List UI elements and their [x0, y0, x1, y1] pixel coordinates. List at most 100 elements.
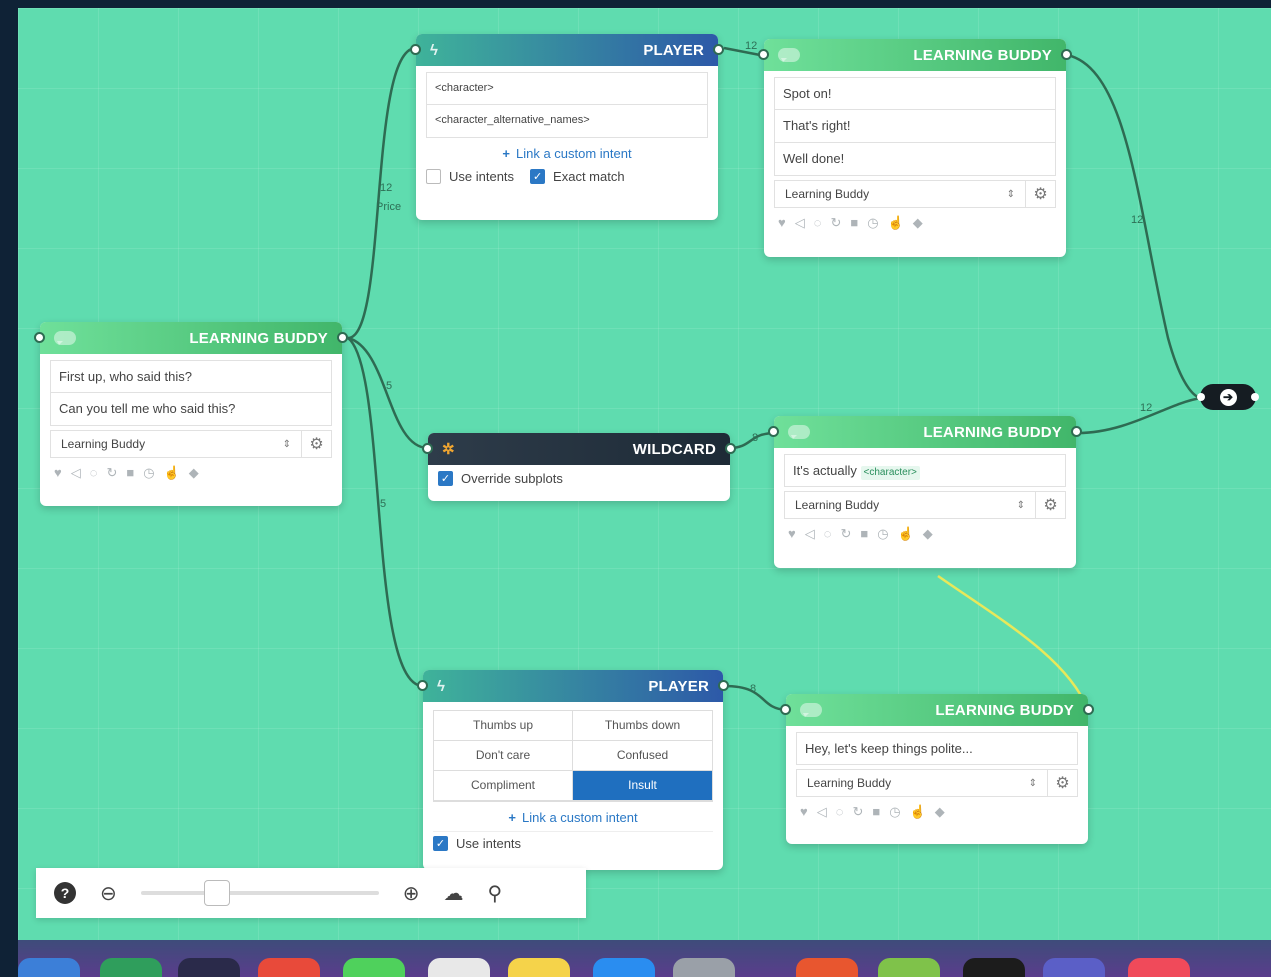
gear-icon[interactable]: ⚙	[302, 430, 332, 458]
zoom-slider[interactable]	[140, 880, 379, 906]
appstore-app-icon[interactable]	[593, 958, 655, 977]
input-port[interactable]	[758, 49, 769, 60]
tag-icon[interactable]: ◆	[189, 465, 199, 481]
clock-icon[interactable]: ◷	[889, 804, 900, 820]
message-field[interactable]: That's right!	[774, 110, 1056, 143]
use-intents-checkbox[interactable]: ✓	[433, 836, 448, 851]
intent-option[interactable]: Confused	[573, 741, 712, 771]
app-icon[interactable]	[878, 958, 940, 977]
music-app-icon[interactable]	[1128, 958, 1190, 977]
intent-option[interactable]: Thumbs up	[434, 711, 573, 741]
chat-icon[interactable]: ◌	[824, 526, 832, 542]
speaker-select[interactable]: Learning Buddy ⇕	[784, 491, 1036, 519]
speaker-select[interactable]: Learning Buddy ⇕	[50, 430, 302, 458]
refresh-icon[interactable]: ↻	[830, 215, 841, 231]
heart-icon[interactable]: ♥	[800, 804, 808, 820]
flow-canvas[interactable]: 12 Price 12 5 5 8 12 12 8 LEARNING BUDDY…	[18, 8, 1271, 940]
override-subplots-checkbox[interactable]: ✓	[438, 471, 453, 486]
chat-icon[interactable]: ◌	[814, 215, 822, 231]
megaphone-icon[interactable]: ◁	[795, 215, 805, 231]
goto-node[interactable]: ➔	[1197, 384, 1259, 410]
gear-icon[interactable]: ⚙	[1036, 491, 1066, 519]
tag-icon[interactable]: ◆	[913, 215, 923, 231]
refresh-icon[interactable]: ↻	[840, 526, 851, 542]
node-header[interactable]: ✲ WILDCARD	[422, 433, 736, 465]
intent-field[interactable]: <character>	[426, 72, 708, 105]
message-field[interactable]: Hey, let's keep things polite...	[796, 732, 1078, 765]
exact-match-checkbox[interactable]: ✓	[530, 169, 546, 184]
heart-icon[interactable]: ♥	[788, 526, 796, 542]
refresh-icon[interactable]: ↻	[852, 804, 863, 820]
intent-option[interactable]: Compliment	[434, 771, 573, 801]
heart-icon[interactable]: ♥	[778, 215, 786, 231]
output-port[interactable]	[725, 443, 736, 454]
help-icon[interactable]: ?	[54, 882, 76, 904]
speaker-select[interactable]: Learning Buddy ⇕	[796, 769, 1048, 797]
link-custom-intent-button[interactable]: + Link a custom intent	[433, 802, 713, 831]
search-icon[interactable]: ⚲	[488, 881, 503, 906]
intent-option-selected[interactable]: Insult	[573, 771, 712, 801]
node-header[interactable]: LEARNING BUDDY	[34, 322, 348, 354]
finder-app-icon[interactable]	[18, 958, 80, 977]
zoom-in-icon[interactable]: ⊕	[403, 881, 420, 906]
output-port[interactable]	[718, 680, 729, 691]
message-field[interactable]: Well done!	[774, 143, 1056, 176]
calendar-app-icon[interactable]	[428, 958, 490, 977]
gear-icon[interactable]: ⚙	[1026, 180, 1056, 208]
messages-app-icon[interactable]	[343, 958, 405, 977]
gear-icon[interactable]: ⚙	[1048, 769, 1078, 797]
app-icon[interactable]	[178, 958, 240, 977]
sheets-app-icon[interactable]	[100, 958, 162, 977]
pointer-icon[interactable]: ☝	[888, 215, 904, 231]
settings-app-icon[interactable]	[673, 958, 735, 977]
input-port[interactable]	[417, 680, 428, 691]
intent-field[interactable]: <character_alternative_names>	[426, 105, 708, 138]
intent-option[interactable]: Don't care	[434, 741, 573, 771]
brain-icon[interactable]: ☁	[444, 881, 464, 906]
app-icon[interactable]	[796, 958, 858, 977]
node-header[interactable]: ϟ PLAYER	[417, 670, 729, 702]
node-header[interactable]: ϟ PLAYER	[410, 34, 724, 66]
node-player-bottom[interactable]: ϟ PLAYER Thumbs up Thumbs down Don't car…	[417, 670, 729, 870]
input-port[interactable]	[1197, 393, 1205, 401]
pointer-icon[interactable]: ☝	[164, 465, 180, 481]
output-port[interactable]	[1083, 704, 1094, 715]
output-port[interactable]	[337, 332, 348, 343]
node-header[interactable]: LEARNING BUDDY	[768, 416, 1082, 448]
tag-icon[interactable]: ◆	[923, 526, 933, 542]
input-port[interactable]	[780, 704, 791, 715]
stop-icon[interactable]: ■	[126, 465, 134, 481]
zoom-out-icon[interactable]: ⊖	[100, 881, 117, 906]
heart-icon[interactable]: ♥	[54, 465, 62, 481]
terminal-app-icon[interactable]	[963, 958, 1025, 977]
node-header[interactable]: LEARNING BUDDY	[780, 694, 1094, 726]
use-intents-checkbox[interactable]	[426, 169, 441, 184]
megaphone-icon[interactable]: ◁	[817, 804, 827, 820]
chat-icon[interactable]: ◌	[90, 465, 98, 481]
message-field[interactable]: First up, who said this?	[50, 360, 332, 393]
chrome-app-icon[interactable]	[258, 958, 320, 977]
message-field[interactable]: Spot on!	[774, 77, 1056, 110]
input-port[interactable]	[34, 332, 45, 343]
output-port[interactable]	[1071, 426, 1082, 437]
megaphone-icon[interactable]: ◁	[71, 465, 81, 481]
megaphone-icon[interactable]: ◁	[805, 526, 815, 542]
teams-app-icon[interactable]	[1043, 958, 1105, 977]
clock-icon[interactable]: ◷	[877, 526, 888, 542]
intent-option[interactable]: Thumbs down	[573, 711, 712, 741]
output-port[interactable]	[1251, 393, 1259, 401]
node-learning-buddy-correct[interactable]: LEARNING BUDDY Spot on! That's right! We…	[758, 39, 1072, 257]
stop-icon[interactable]: ■	[860, 526, 868, 542]
clock-icon[interactable]: ◷	[867, 215, 878, 231]
chat-icon[interactable]: ◌	[836, 804, 844, 820]
input-port[interactable]	[768, 426, 779, 437]
output-port[interactable]	[1061, 49, 1072, 60]
output-port[interactable]	[713, 44, 724, 55]
speaker-select[interactable]: Learning Buddy ⇕	[774, 180, 1026, 208]
node-player-top[interactable]: ϟ PLAYER <character> <character_alternat…	[410, 34, 724, 220]
pointer-icon[interactable]: ☝	[898, 526, 914, 542]
message-field[interactable]: Can you tell me who said this?	[50, 393, 332, 426]
pointer-icon[interactable]: ☝	[910, 804, 926, 820]
node-learning-buddy-start[interactable]: LEARNING BUDDY First up, who said this? …	[34, 322, 348, 506]
node-learning-buddy-actually[interactable]: LEARNING BUDDY It's actually <character>…	[768, 416, 1082, 568]
